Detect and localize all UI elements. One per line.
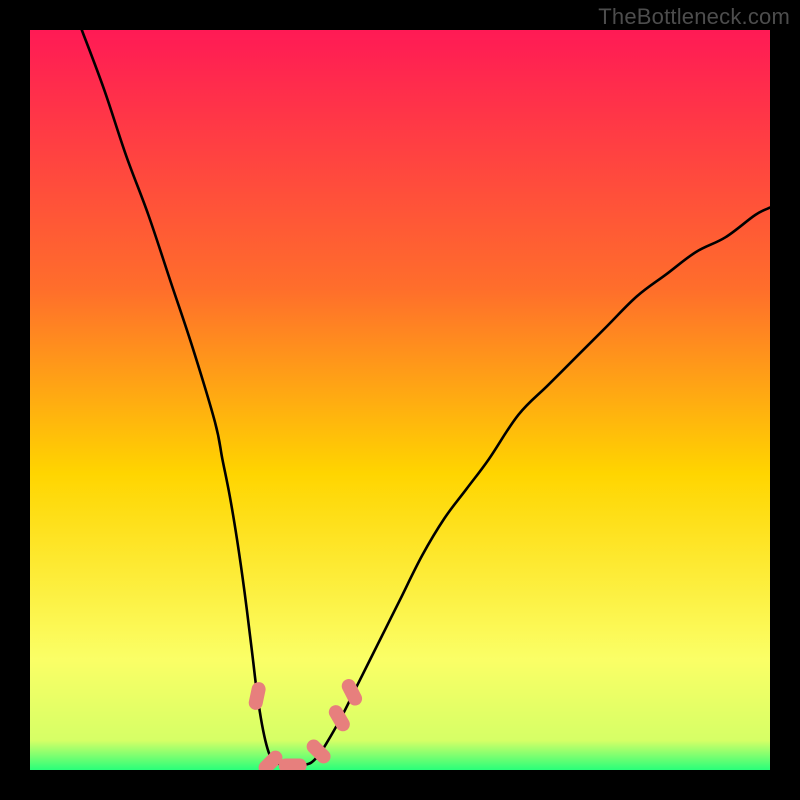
chart-background — [30, 30, 770, 770]
chart-frame: TheBottleneck.com — [0, 0, 800, 800]
curve-marker — [279, 759, 307, 770]
watermark-text: TheBottleneck.com — [598, 4, 790, 30]
bottleneck-chart — [30, 30, 770, 770]
